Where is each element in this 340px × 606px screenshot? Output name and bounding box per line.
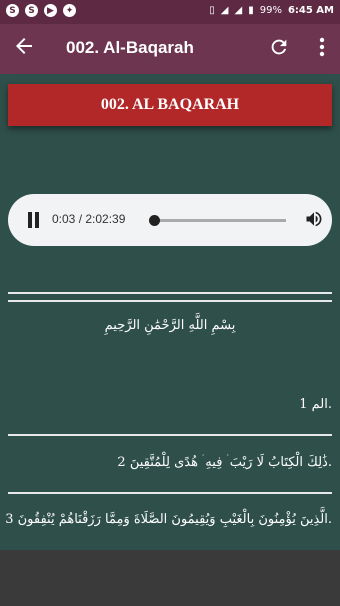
bismillah-text: بِسْمِ اللَّهِ الرَّحْمَٰنِ الرَّحِيمِ — [104, 318, 236, 333]
divider — [8, 492, 332, 494]
skype-icon: S — [25, 4, 38, 17]
battery-icon: ▮ — [248, 5, 254, 16]
clock: 6:45 AM — [287, 5, 334, 16]
seek-thumb[interactable] — [149, 215, 160, 226]
bottom-bar — [0, 550, 340, 606]
status-indicators: ▯ ◢ ◢ ▮ 99% 6:45 AM — [209, 5, 334, 16]
volume-icon-svg — [306, 211, 322, 227]
youtube-icon: ▶ — [44, 4, 57, 17]
refresh-icon[interactable] — [268, 36, 290, 63]
more-vert-icon-svg — [319, 37, 325, 57]
wifi-icon: ◢ — [220, 5, 229, 16]
seek-bar[interactable] — [149, 215, 286, 226]
app-notification-icon: ✦ — [63, 4, 76, 17]
pause-icon[interactable] — [28, 212, 40, 228]
refresh-icon-svg — [271, 39, 287, 55]
verse-3: الَّذِينَ يُؤْمِنُونَ بِالْغَيْبِ وَيُقِ… — [5, 512, 332, 527]
signal-icon: ◢ — [234, 5, 243, 16]
battery-percent: 99% — [259, 5, 282, 16]
arrow-left-icon-svg — [16, 38, 32, 54]
arrow-left-icon[interactable] — [14, 36, 34, 62]
verse-1: الم 1. — [299, 397, 332, 412]
skype-icon: S — [6, 4, 19, 17]
verse-2: ذَٰلِكَ الْكِتَابُ لَا رَيْبَ ۛ فِيهِ ۛ … — [117, 455, 332, 470]
page-title: 002. Al-Baqarah — [66, 38, 194, 57]
app-bar: 002. Al-Baqarah — [0, 24, 340, 74]
volume-icon[interactable] — [304, 209, 324, 229]
time-display: 0:03 / 2:02:39 — [52, 212, 126, 226]
divider — [8, 300, 332, 302]
notification-icons: S S ▶ ✦ — [6, 4, 76, 17]
status-bar: S S ▶ ✦ ▯ ◢ ◢ ▮ 99% 6:45 AM — [0, 0, 340, 24]
divider — [8, 434, 332, 436]
more-vert-icon[interactable] — [312, 36, 332, 63]
surah-banner: 002. AL BAQARAH — [8, 84, 332, 126]
vibrate-icon: ▯ — [209, 5, 215, 16]
divider — [8, 292, 332, 294]
audio-player: 0:03 / 2:02:39 — [8, 194, 332, 246]
